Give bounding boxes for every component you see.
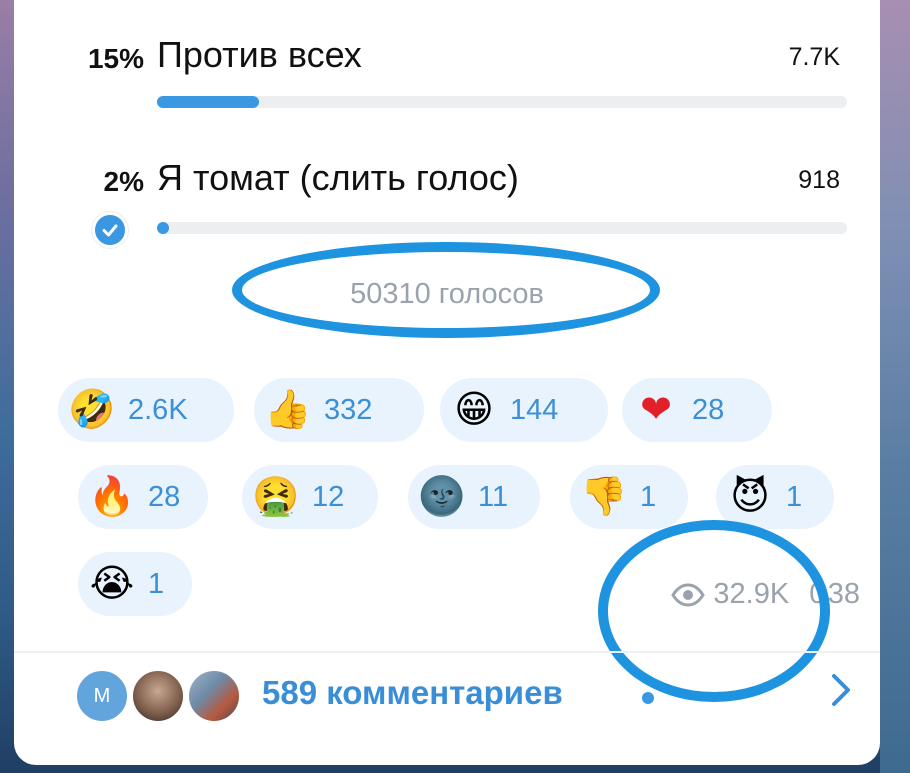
thumbs-down-emoji-icon: 👎: [580, 476, 628, 518]
poll-option-bar: [157, 222, 847, 234]
reaction-count: 1: [640, 480, 657, 513]
reaction-rofl[interactable]: 🤣 2.6K: [58, 378, 234, 442]
divider: [14, 651, 880, 653]
rofl-emoji-icon: 🤣: [68, 389, 116, 431]
grin-emoji-icon: 😁: [454, 389, 494, 431]
reaction-crying[interactable]: 😭 1: [78, 552, 192, 616]
reaction-count: 11: [478, 480, 509, 513]
poll-option-text: Против всех: [157, 34, 362, 75]
poll-option-percent: 15%: [87, 43, 144, 74]
checkmark-icon: [92, 212, 128, 248]
poll-option-tomato[interactable]: 2% Я томат (слить голос) 918: [14, 120, 880, 248]
poll-option-count: 7.7K: [788, 43, 840, 71]
reaction-count: 1: [786, 480, 803, 513]
reaction-count: 28: [148, 480, 181, 513]
reaction-smiling-imp[interactable]: 😈 1: [716, 465, 834, 529]
reaction-heart[interactable]: ❤ 28: [622, 378, 772, 442]
poll-option-percent: 2%: [103, 166, 144, 197]
fire-emoji-icon: 🔥: [88, 476, 136, 518]
reaction-count: 2.6K: [128, 393, 188, 426]
views-count: 32.9K: [713, 578, 790, 610]
commenter-avatars: M: [74, 668, 244, 728]
vomit-emoji-icon: 🤮: [252, 476, 300, 518]
poll-option-text: Я томат (слить голос): [157, 157, 519, 198]
message-bubble: 15% Против всех 7.7K 2% Я томат (слить г…: [14, 0, 880, 765]
crying-emoji-icon: 😭: [89, 563, 135, 605]
poll-option-bar-fill: [157, 222, 169, 234]
poll-option-bar-fill: [157, 96, 259, 108]
reaction-vomit[interactable]: 🤮 12: [242, 465, 378, 529]
message-meta: 32.9K 0 38: [671, 578, 860, 611]
background-strip: [880, 0, 910, 773]
reaction-count: 1: [148, 567, 165, 600]
reaction-grin[interactable]: 😁 144: [440, 378, 608, 442]
eye-icon: [671, 582, 706, 607]
poll-option-against-all[interactable]: 15% Против всех 7.7K: [14, 0, 880, 120]
annotation-circle-views: [598, 520, 830, 702]
poll-option-bar: [157, 96, 847, 108]
poll-option-count: 918: [798, 166, 840, 194]
new-moon-face-emoji-icon: 🌚: [418, 476, 466, 518]
reaction-count: 28: [692, 393, 725, 426]
chevron-right-icon[interactable]: [828, 670, 854, 715]
reaction-count: 12: [312, 480, 345, 513]
comments-link[interactable]: 589 комментариев: [262, 674, 563, 712]
reaction-count: 332: [324, 393, 373, 426]
avatar: [186, 668, 242, 724]
heart-emoji-icon: ❤: [640, 389, 672, 431]
reaction-new-moon-face[interactable]: 🌚 11: [408, 465, 540, 529]
reaction-fire[interactable]: 🔥 28: [78, 465, 208, 529]
poll-total-votes[interactable]: 50310 голосов: [14, 278, 880, 311]
avatar: [130, 668, 186, 724]
smiling-imp-emoji-icon: 😈: [730, 476, 770, 518]
thumbs-up-emoji-icon: 👍: [264, 389, 312, 431]
avatar: M: [74, 668, 130, 724]
message-time: 0 38: [809, 578, 860, 610]
reaction-thumbs-up[interactable]: 👍 332: [254, 378, 424, 442]
reaction-count: 144: [510, 393, 559, 426]
reaction-thumbs-down[interactable]: 👎 1: [570, 465, 688, 529]
unread-dot: [642, 692, 654, 704]
